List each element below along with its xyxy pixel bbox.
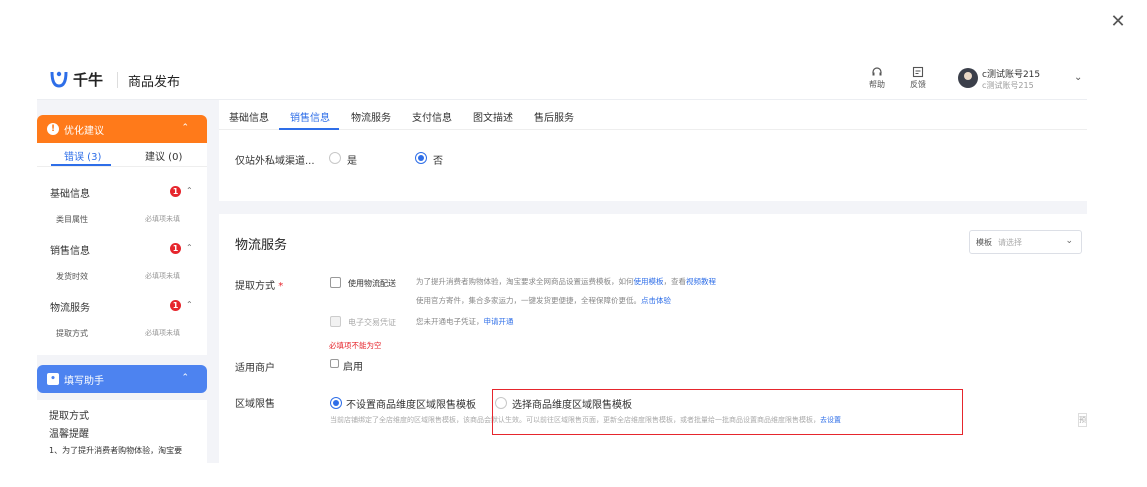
issue-ship-time[interactable]: 发货时效 xyxy=(56,271,88,282)
tab-description[interactable]: 图文描述 xyxy=(473,109,513,124)
tab-basic-info[interactable]: 基础信息 xyxy=(229,109,269,124)
main-content: 基础信息 销售信息 物流服务 支付信息 图文描述 售后服务 仅站外私域渠道...… xyxy=(219,100,1087,463)
issue-status: 必填项未填 xyxy=(145,215,180,223)
merchant-enable-label[interactable]: 启用 xyxy=(343,358,363,373)
official-shipping-note: 使用官方寄件，集合多家运力，一键发货更便捷，全程保障价更低。点击体验 xyxy=(416,295,671,306)
tab-after-sales[interactable]: 售后服务 xyxy=(534,109,574,124)
issue-status: 必填项未填 xyxy=(145,272,180,280)
radio-no-region-template-label[interactable]: 不设置商品维度区域限售模板 xyxy=(346,396,476,411)
note-text: 为了提升消费者购物体验，淘宝要求全网商品设置运费模板，如何 xyxy=(416,277,634,286)
radio-no-region-template[interactable] xyxy=(330,397,342,409)
top-bar: 千牛 商品发布 帮助 反馈 c测试账号215 c测试账号215 ⌄ xyxy=(37,58,1087,100)
alert-icon: ! xyxy=(47,123,59,135)
headset-icon xyxy=(872,67,882,76)
e-voucher-label: 电子交易凭证 xyxy=(348,318,396,327)
use-logistics-label[interactable]: 使用物流配送 xyxy=(348,278,396,289)
template-prefix: 模板 xyxy=(976,238,992,247)
helper-title: 填写助手 xyxy=(64,375,104,387)
account-sub: c测试账号215 xyxy=(982,81,1034,90)
optimize-title: 优化建议 xyxy=(64,125,104,137)
apply-link[interactable]: 申请开通 xyxy=(484,317,514,326)
publish-window: 千牛 商品发布 帮助 反馈 c测试账号215 c测试账号215 ⌄ ! 优化建议… xyxy=(37,58,1087,463)
tab-suggestions[interactable]: 建议 (0) xyxy=(145,148,182,163)
note-text: 使用官方寄件，集合多家运力，一键发货更便捷，全程保障价更低。 xyxy=(416,296,641,305)
template-select[interactable]: 模板 请选择 ⌄ xyxy=(969,230,1082,254)
chevron-up-icon[interactable]: ⌃ xyxy=(186,243,193,252)
note-text: 您未开通电子凭证， xyxy=(416,317,484,326)
highlight-box xyxy=(492,389,963,435)
chevron-up-icon[interactable]: ⌃ xyxy=(186,186,193,195)
video-tutorial-link[interactable]: 视频教程 xyxy=(686,277,716,286)
logo-icon xyxy=(50,71,68,88)
helper-note: 1、为了提升消费者购物体验，淘宝要 xyxy=(49,446,183,455)
chevron-down-icon: ⌄ xyxy=(1065,236,1073,246)
group-basic-info[interactable]: 基础信息 xyxy=(50,185,90,200)
feedback-icon xyxy=(912,66,924,78)
optimize-tabs: 错误 (3) 建议 (0) xyxy=(37,143,207,167)
issue-status: 必填项未填 xyxy=(145,329,180,337)
tab-logistics[interactable]: 物流服务 xyxy=(351,109,391,124)
pickup-method-text: 提取方式 xyxy=(235,281,275,292)
active-tab-indicator xyxy=(51,164,111,166)
error-badge: 1 xyxy=(170,186,181,197)
e-voucher-checkbox xyxy=(330,316,341,327)
error-badge: 1 xyxy=(170,300,181,311)
optimize-panel: 错误 (3) 建议 (0) 基础信息 1 ⌃ 类目属性 必填项未填 销售信息 1… xyxy=(37,143,207,355)
issue-category-attr[interactable]: 类目属性 xyxy=(56,214,88,225)
required-mark: * xyxy=(278,281,284,292)
sidebar: ! 优化建议 ⌃ 错误 (3) 建议 (0) 基础信息 1 ⌃ 类目属性 必填项… xyxy=(37,100,212,463)
helper-topic: 提取方式 xyxy=(49,411,89,422)
account-name[interactable]: c测试账号215 xyxy=(982,67,1040,80)
group-logistics[interactable]: 物流服务 xyxy=(50,299,90,314)
section-tabs: 基础信息 销售信息 物流服务 支付信息 图文描述 售后服务 xyxy=(219,100,1087,130)
help-label: 帮助 xyxy=(869,80,885,89)
e-voucher-note: 您未开通电子凭证，申请开通 xyxy=(416,316,514,327)
sales-card: 仅站外私域渠道... 是 否 xyxy=(219,130,1087,201)
qianniu-logo[interactable]: 千牛 xyxy=(49,68,103,90)
issue-pickup-method[interactable]: 提取方式 xyxy=(56,328,88,339)
note-text: ，查看 xyxy=(663,277,687,286)
avatar[interactable] xyxy=(958,68,978,88)
pickup-method-label: 提取方式 * xyxy=(235,277,283,292)
chevron-up-icon[interactable]: ⌃ xyxy=(181,373,189,383)
helper-reminder: 温馨提醒 xyxy=(49,429,89,440)
region-limit-label: 区域限售 xyxy=(235,399,275,410)
chat-icon: • xyxy=(47,373,59,385)
tab-errors[interactable]: 错误 (3) xyxy=(64,148,101,163)
page-title: 商品发布 xyxy=(128,75,181,90)
tab-sales-info[interactable]: 销售信息 xyxy=(290,109,330,124)
divider xyxy=(117,72,118,88)
radio-no-label[interactable]: 否 xyxy=(433,152,443,167)
merchant-label: 适用商户 xyxy=(235,363,275,374)
use-template-link[interactable]: 使用模板 xyxy=(634,277,664,286)
helper-panel-header[interactable]: • 填写助手 ⌃ xyxy=(37,365,207,393)
use-logistics-checkbox[interactable] xyxy=(330,277,341,288)
tab-payment[interactable]: 支付信息 xyxy=(412,109,452,124)
required-error: 必填项不能为空 xyxy=(329,341,382,350)
optimize-panel-header[interactable]: ! 优化建议 ⌃ xyxy=(37,115,207,143)
error-badge: 1 xyxy=(170,243,181,254)
group-sales-info[interactable]: 销售信息 xyxy=(50,242,90,257)
template-placeholder: 请选择 xyxy=(998,238,1022,247)
chevron-up-icon[interactable]: ⌃ xyxy=(186,300,193,309)
help-button[interactable]: 帮助 xyxy=(864,66,890,90)
chevron-up-icon[interactable]: ⌃ xyxy=(181,123,189,133)
feedback-label: 反馈 xyxy=(910,80,926,89)
edge-tab[interactable]: 预 xyxy=(1078,413,1087,427)
private-channel-label: 仅站外私域渠道... xyxy=(235,156,315,167)
try-it-link[interactable]: 点击体验 xyxy=(641,296,671,305)
merchant-enable-checkbox[interactable] xyxy=(330,359,339,368)
radio-yes-label[interactable]: 是 xyxy=(347,152,357,167)
radio-no[interactable] xyxy=(415,152,427,164)
logistics-note: 为了提升消费者购物体验，淘宝要求全网商品设置运费模板，如何使用模板，查看视频教程 xyxy=(416,276,716,287)
logo-text: 千牛 xyxy=(73,70,104,89)
radio-yes[interactable] xyxy=(329,152,341,164)
helper-panel: 提取方式 温馨提醒 1、为了提升消费者购物体验，淘宝要 xyxy=(37,400,207,463)
chevron-down-icon[interactable]: ⌄ xyxy=(1074,72,1082,83)
close-icon[interactable]: ✕ xyxy=(1108,12,1128,32)
feedback-button[interactable]: 反馈 xyxy=(905,66,931,90)
logistics-section-title: 物流服务 xyxy=(235,238,288,253)
